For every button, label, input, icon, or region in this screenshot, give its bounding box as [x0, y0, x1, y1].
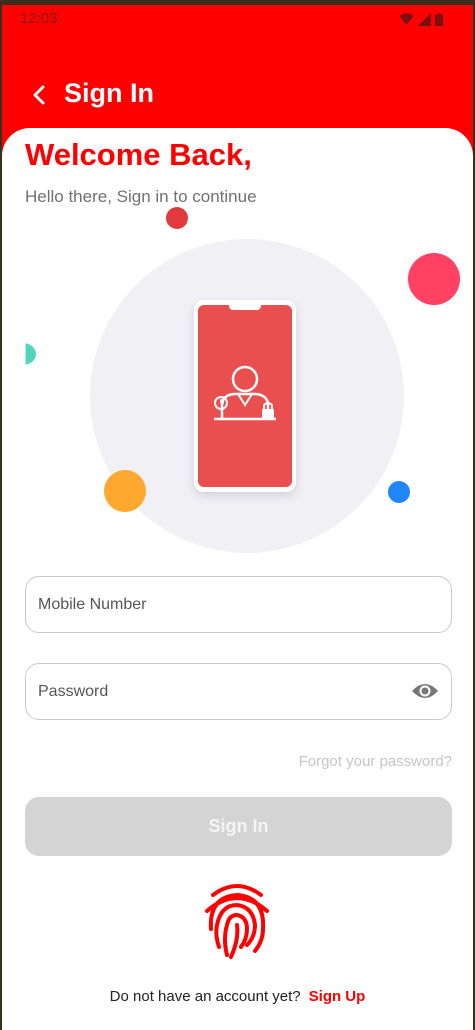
status-icons: [399, 13, 443, 26]
phone-screen: [198, 305, 292, 487]
phone-notch: [229, 305, 261, 310]
signup-prompt: Do not have an account yet?: [109, 988, 301, 1005]
back-arrow-icon[interactable]: [28, 83, 52, 107]
user-lock-icon: [214, 365, 276, 421]
decor-dot-blue: [388, 481, 410, 503]
sign-in-button[interactable]: Sign In: [25, 797, 452, 856]
password-field[interactable]: Password: [25, 663, 452, 720]
decor-dot-orange: [104, 470, 146, 512]
sign-up-link[interactable]: Sign Up: [309, 988, 366, 1005]
status-time: 12:03: [20, 10, 58, 27]
wifi-icon: [399, 13, 414, 25]
battery-icon: [435, 13, 443, 26]
decor-dot-red-small: [166, 207, 188, 229]
status-bar: 12:03: [2, 5, 473, 35]
password-placeholder: Password: [38, 682, 109, 700]
welcome-subtitle: Hello there, Sign in to continue: [25, 187, 257, 206]
signup-row: Do not have an account yet? Sign Up: [2, 988, 473, 1005]
mobile-number-placeholder: Mobile Number: [38, 595, 147, 613]
phone-illustration: [194, 300, 296, 492]
screen: 12:03 Sign In Welcome Back, Hello there,…: [2, 5, 473, 1030]
eye-icon[interactable]: [411, 680, 439, 702]
signal-icon: [418, 13, 431, 26]
decor-dot-pink-large: [408, 253, 460, 305]
fingerprint-icon[interactable]: [201, 881, 273, 961]
mobile-number-field[interactable]: Mobile Number: [25, 576, 452, 633]
welcome-heading: Welcome Back,: [25, 137, 252, 172]
app-bar: Sign In: [2, 73, 473, 117]
page-title: Sign In: [64, 78, 154, 108]
forgot-password-link[interactable]: Forgot your password?: [299, 753, 452, 770]
